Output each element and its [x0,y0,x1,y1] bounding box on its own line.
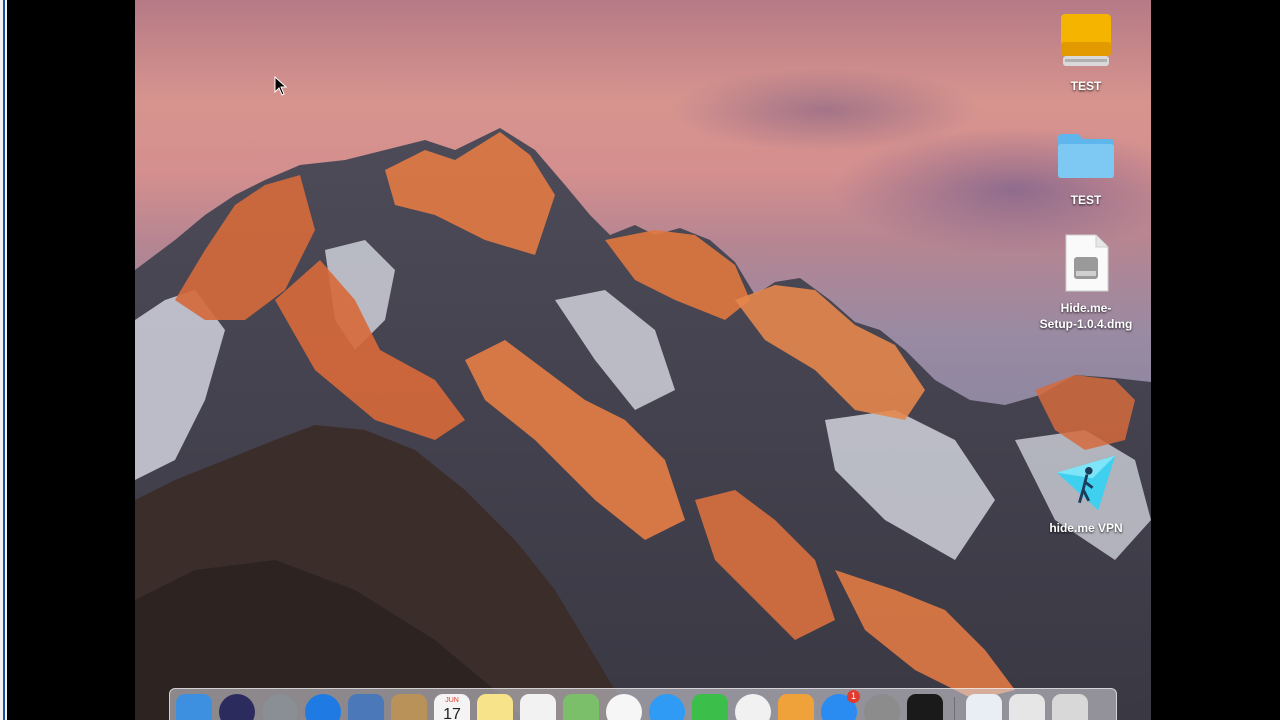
desktop-icon-label: TEST [1070,79,1102,93]
messages-icon[interactable] [649,694,685,720]
system-preferences-icon[interactable] [864,694,900,720]
safari-icon[interactable] [305,694,341,720]
photos-icon[interactable] [606,694,642,720]
activity-monitor-icon[interactable] [907,694,943,720]
itunes-icon[interactable] [735,694,771,720]
notes-icon[interactable] [477,694,513,720]
siri-icon[interactable] [219,694,255,720]
facetime-icon[interactable] [692,694,728,720]
maps-icon[interactable] [563,694,599,720]
folder-icon [1055,124,1117,186]
desktop-icon-test-drive[interactable]: TEST [1031,10,1141,94]
downloads-stack-icon[interactable] [1009,694,1045,720]
mouse-pointer-icon [274,76,288,96]
hideme-app-icon [1055,452,1117,514]
left-window-edge [0,0,7,720]
contacts-icon[interactable] [391,694,427,720]
calendar-day: 17 [443,706,461,720]
left-edge-accent [3,0,5,720]
desktop-icon-label: Hide.me- Setup-1.0.4.dmg [1039,301,1133,331]
desktop-icon-label: hide.me VPN [1049,521,1123,535]
preview-icon[interactable] [966,694,1002,720]
dock-separator [954,697,955,720]
trash-icon[interactable] [1052,694,1088,720]
photo-app-icon[interactable] [348,694,384,720]
calendar-icon[interactable]: JUN 17 [434,694,470,720]
macos-desktop[interactable]: TEST TEST Hide.me- Setup-1.0.4.dmg hide.… [135,0,1151,720]
notification-badge: 1 [847,690,860,703]
calendar-month: JUN [445,697,459,704]
desktop-icon-hideme-vpn[interactable]: hide.me VPN [1031,452,1141,536]
ibooks-icon[interactable] [778,694,814,720]
drive-icon [1055,10,1117,72]
finder-icon[interactable] [176,694,212,720]
dock[interactable]: JUN 17 1 [169,688,1117,720]
reminders-icon[interactable] [520,694,556,720]
launchpad-icon[interactable] [262,694,298,720]
mountain-wallpaper [135,128,1151,720]
desktop-icon-label: TEST [1070,193,1102,207]
dmg-file-icon [1055,232,1117,294]
app-store-icon[interactable]: 1 [821,690,860,720]
desktop-icon-test-folder[interactable]: TEST [1031,124,1141,208]
desktop-icon-hideme-dmg[interactable]: Hide.me- Setup-1.0.4.dmg [1031,232,1141,332]
